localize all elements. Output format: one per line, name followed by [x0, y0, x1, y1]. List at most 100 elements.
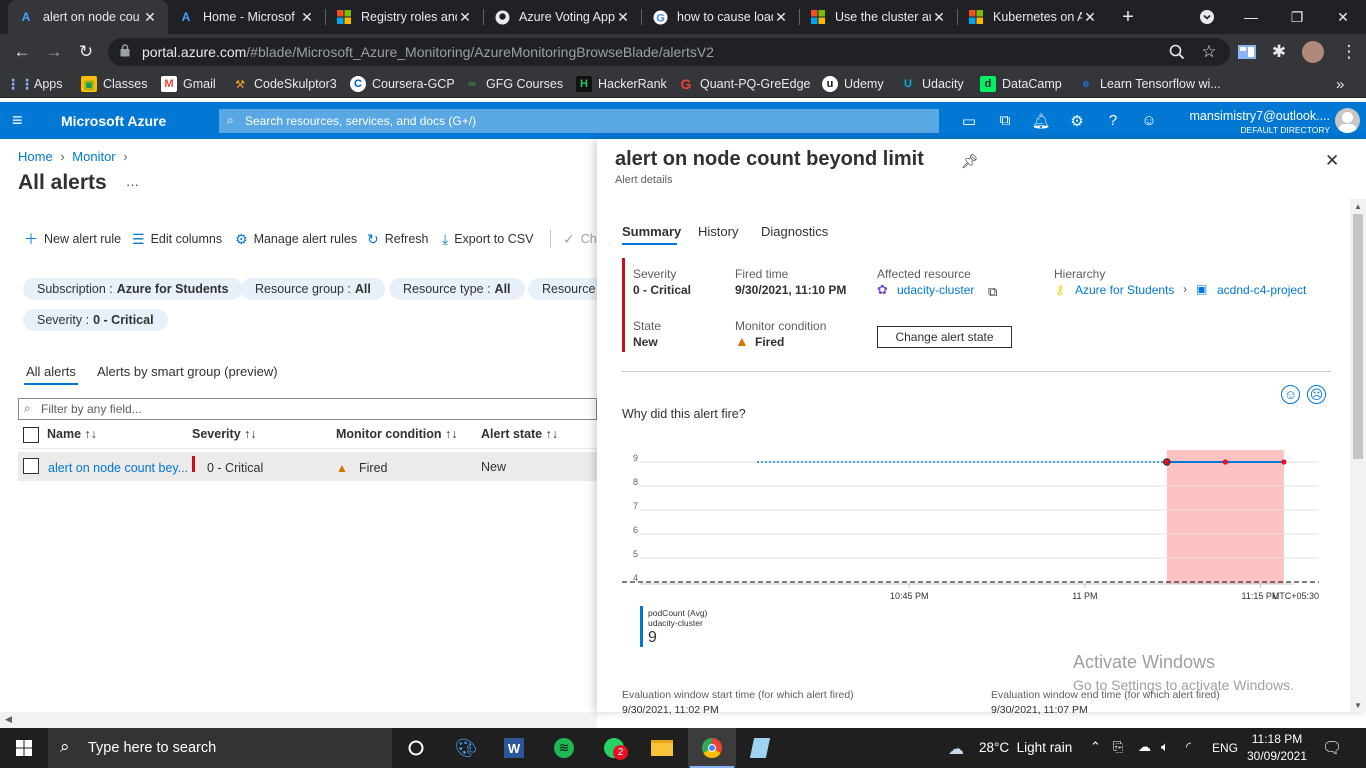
close-icon[interactable]: ✕	[457, 9, 473, 26]
user-email[interactable]: mansimistry7@outlook....	[1168, 109, 1330, 123]
close-panel-icon[interactable]: ✕	[1325, 151, 1339, 171]
scrollbar-thumb[interactable]	[1353, 214, 1363, 459]
cloud-shell-icon[interactable]: ▭	[951, 102, 987, 139]
filter-subscription[interactable]: Subscription : Azure for Students	[23, 278, 243, 300]
back-icon[interactable]: ←	[5, 34, 39, 70]
help-icon[interactable]: ?	[1095, 102, 1131, 139]
refresh-button[interactable]: ↻ Refresh	[367, 229, 429, 249]
bookmark-gmail[interactable]: M Gmail	[161, 74, 216, 94]
close-icon[interactable]: ✕	[615, 9, 631, 26]
select-all-checkbox[interactable]	[23, 427, 39, 443]
minimize-icon[interactable]: —	[1228, 0, 1274, 34]
new-alert-rule-button[interactable]: ＋ New alert rule	[24, 229, 121, 249]
notepad-app-icon[interactable]	[736, 728, 784, 768]
file-explorer-icon[interactable]	[638, 728, 686, 768]
zoom-icon[interactable]	[1160, 34, 1194, 70]
notification-center-icon[interactable]: 🗨︎	[1322, 738, 1342, 758]
horizontal-scrollbar[interactable]: ◀	[0, 712, 597, 728]
tab-registry[interactable]: Registry roles and ✕	[326, 0, 483, 34]
column-monitor-condition[interactable]: Monitor condition ↑↓	[336, 427, 458, 441]
filter-resource[interactable]: Resource :	[528, 278, 597, 300]
bookmark-gfg[interactable]: ∞ GFG Courses	[464, 74, 563, 94]
affected-resource-link[interactable]: udacity-cluster	[897, 283, 974, 297]
volume-icon[interactable]: 🔈︎	[1161, 739, 1169, 755]
restore-icon[interactable]: ❐	[1274, 0, 1320, 34]
tab-search-icon[interactable]	[1186, 0, 1228, 34]
breadcrumb-monitor[interactable]: Monitor	[72, 149, 115, 164]
vertical-scrollbar[interactable]: ▲ ▼	[1350, 199, 1366, 712]
spotify-app-icon[interactable]: ≋	[540, 728, 588, 768]
bookmark-classes[interactable]: ▣ Classes	[81, 74, 147, 94]
tab-summary[interactable]: Summary	[622, 224, 681, 239]
user-avatar[interactable]	[1335, 108, 1360, 133]
hamburger-menu-icon[interactable]: ≡	[12, 110, 23, 131]
bookmark-apps[interactable]: ⋮⋮ Apps	[6, 74, 63, 94]
frown-feedback-icon[interactable]: ☹	[1307, 385, 1326, 404]
menu-kebab-icon[interactable]: ⋮	[1332, 34, 1366, 70]
column-name[interactable]: Name ↑↓	[47, 427, 97, 441]
filter-input[interactable]: ⌕ Filter by any field...	[18, 398, 597, 420]
close-icon[interactable]: ✕	[142, 9, 158, 26]
network-device-icon[interactable]: ⎘	[1113, 739, 1123, 755]
manage-alert-rules-button[interactable]: ⚙ Manage alert rules	[235, 229, 357, 249]
close-icon[interactable]: ✕	[1082, 9, 1098, 26]
chrome-app-icon[interactable]	[688, 728, 736, 768]
show-hidden-icons[interactable]: ⌃	[1090, 739, 1101, 755]
tab-smart-group[interactable]: Alerts by smart group (preview)	[97, 364, 278, 379]
tab-home[interactable]: A Home - Microsof ✕	[168, 0, 325, 34]
filter-resource-type[interactable]: Resource type : All	[389, 278, 525, 300]
bookmark-udacity[interactable]: U Udacity	[900, 74, 964, 94]
bookmark-datacamp[interactable]: d DataCamp	[980, 74, 1062, 94]
export-csv-button[interactable]: ⤓ Export to CSV	[442, 229, 533, 249]
scroll-up-icon[interactable]: ▲	[1354, 202, 1362, 211]
pin-icon[interactable]: 📌︎	[961, 153, 979, 170]
close-icon[interactable]: ✕	[299, 9, 315, 26]
puzzle-icon[interactable]: ✱	[1262, 34, 1296, 70]
close-icon[interactable]: ✕	[773, 9, 789, 26]
word-app-icon[interactable]: W	[490, 728, 538, 768]
bookmark-udemy[interactable]: u Udemy	[822, 74, 884, 94]
clock-time[interactable]: 11:18 PM	[1244, 732, 1310, 746]
tab-diagnostics[interactable]: Diagnostics	[761, 224, 828, 239]
bookmark-codeskulptor[interactable]: ⚒ CodeSkulptor3	[232, 74, 337, 94]
bookmark-tensorflow[interactable]: e Learn Tensorflow wi...	[1078, 74, 1221, 94]
filter-resource-group[interactable]: Resource group : All	[241, 278, 385, 300]
more-bookmarks-icon[interactable]: »	[1336, 74, 1344, 94]
window-close-icon[interactable]: ✕	[1320, 0, 1366, 34]
tab-load[interactable]: G how to cause load ✕	[642, 0, 799, 34]
reload-icon[interactable]: ↻	[69, 34, 103, 70]
edit-columns-button[interactable]: ☰ Edit columns	[132, 229, 222, 249]
filter-severity[interactable]: Severity :0 - Critical	[23, 309, 168, 331]
bookmark-hackerrank[interactable]: H HackerRank	[576, 74, 667, 94]
weather-text[interactable]: 28°C Light rain	[979, 740, 1072, 755]
table-row[interactable]: alert on node count bey... 0 - Critical …	[18, 452, 597, 481]
language-indicator[interactable]: ENG	[1212, 741, 1238, 755]
hierarchy-subscription-link[interactable]: Azure for Students	[1075, 283, 1174, 297]
clock-date[interactable]: 30/09/2021	[1244, 749, 1310, 763]
bookmark-coursera[interactable]: C Coursera-GCP	[350, 74, 455, 94]
tab-voting-app[interactable]: Azure Voting App ✕	[484, 0, 641, 34]
cortana-icon[interactable]	[392, 728, 440, 768]
extension-icon[interactable]	[1230, 34, 1264, 70]
bookmark-star-icon[interactable]: ☆	[1192, 34, 1226, 70]
settings-gear-icon[interactable]: ⚙	[1059, 102, 1095, 139]
tab-history[interactable]: History	[698, 224, 738, 239]
profile-avatar[interactable]	[1302, 41, 1324, 63]
bookmark-quant[interactable]: G Quant-PQ-GreEdge	[678, 74, 811, 94]
tab-all-alerts[interactable]: All alerts	[26, 364, 76, 379]
forward-icon[interactable]: →	[37, 34, 71, 70]
feedback-icon[interactable]: ☺	[1131, 102, 1167, 139]
row-checkbox[interactable]	[23, 458, 39, 474]
smile-feedback-icon[interactable]: ☺	[1281, 385, 1300, 404]
new-tab-button[interactable]: +	[1110, 0, 1146, 34]
windows-start-icon[interactable]	[0, 728, 48, 768]
wifi-icon[interactable]: ◜	[1186, 739, 1191, 755]
more-options-icon[interactable]: ···	[126, 177, 139, 192]
alert-name-link[interactable]: alert on node count bey...	[48, 461, 188, 475]
change-alert-state-button[interactable]: Change alert state	[877, 326, 1012, 348]
notifications-icon[interactable]: 🔔︎	[1023, 102, 1059, 139]
paint-app-icon[interactable]: 🎨︎	[442, 728, 490, 768]
tab-alert[interactable]: A alert on node cou ✕	[8, 0, 168, 34]
tab-kubernetes[interactable]: Kubernetes on Az ✕	[958, 0, 1108, 34]
whatsapp-app-icon[interactable]: 2	[590, 728, 638, 768]
